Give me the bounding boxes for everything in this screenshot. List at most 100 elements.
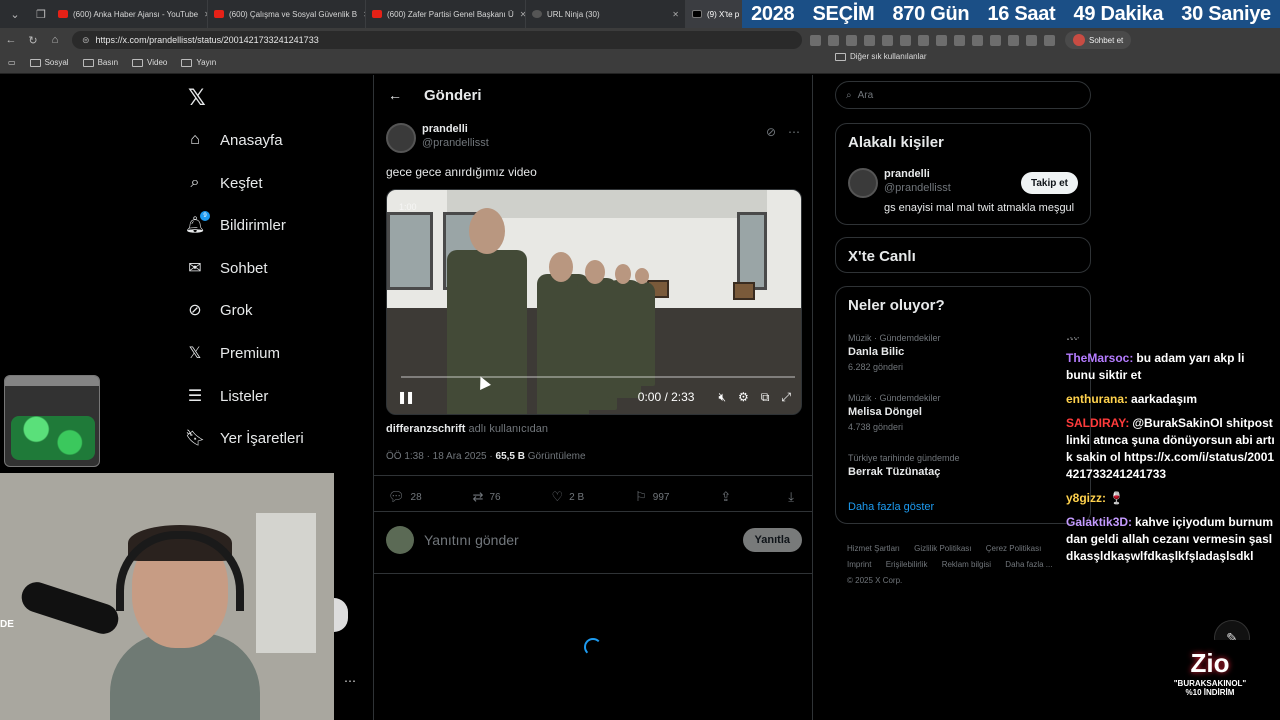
nav-item-notifications[interactable]: 🔔︎ 9 Bildirimler xyxy=(185,205,286,245)
extension-icon[interactable] xyxy=(1008,34,1019,46)
video-progress-bar[interactable] xyxy=(401,376,795,378)
extension-icon[interactable] xyxy=(918,34,929,46)
picture-in-picture-icon[interactable]: ⧉ xyxy=(761,390,770,405)
nav-item-premium[interactable]: 𝕏 Premium xyxy=(186,333,280,373)
footer-link[interactable]: Hizmet Şartları xyxy=(847,544,900,553)
avatar[interactable] xyxy=(848,168,878,198)
nav-item-grok[interactable]: ⊘ Grok xyxy=(186,290,252,330)
share-icon: ⇪ xyxy=(720,489,732,504)
follow-button[interactable]: Takip et xyxy=(1020,172,1078,194)
nav-item-explore[interactable]: ⌕ Keşfet xyxy=(186,163,263,203)
footer-link[interactable]: Çerez Politikası xyxy=(986,544,1042,553)
other-bookmarks[interactable]: Diğer sık kullanılanlar xyxy=(835,52,1091,61)
more-dots-icon[interactable]: ⋯ xyxy=(344,674,356,688)
workspaces-icon[interactable]: ❐ xyxy=(30,3,52,25)
avatar[interactable] xyxy=(386,123,416,153)
refresh-icon[interactable]: ↻ xyxy=(22,34,44,47)
extension-icon[interactable] xyxy=(1044,34,1055,46)
browser-tab[interactable]: (600) Çalışma ve Sosyal Güvenlik B ✕ xyxy=(208,0,366,28)
post-timestamp[interactable]: ÖÖ 1:38 · 18 Ara 2025 · xyxy=(386,451,496,462)
more-options-icon[interactable]: ⋯ xyxy=(788,125,800,139)
extension-icon[interactable] xyxy=(810,34,821,46)
extension-icon[interactable] xyxy=(936,34,947,46)
extension-icon[interactable] xyxy=(972,34,983,46)
nav-item-lists[interactable]: ☰ Listeler xyxy=(186,376,269,416)
reply-button[interactable]: 💬︎ 28 xyxy=(388,489,422,505)
site-info-icon[interactable]: ⊜ xyxy=(82,35,90,46)
repost-button[interactable]: ⇄ 76 xyxy=(473,489,501,505)
browser-tab-active[interactable]: (9) X'te p xyxy=(686,0,742,28)
sidebar-toggle-icon[interactable]: ▭ xyxy=(8,58,16,67)
grok-explain-icon[interactable]: ⊘ xyxy=(766,125,776,139)
mute-icon[interactable]: 🔇︎ xyxy=(718,390,726,405)
download-button[interactable]: ⤓ xyxy=(788,489,800,505)
nav-label: Bildirimler xyxy=(220,216,286,234)
reply-count: 28 xyxy=(410,491,422,503)
extension-icon[interactable] xyxy=(954,34,965,46)
nav-label: Yer İşaretleri xyxy=(220,429,304,447)
url-field[interactable]: ⊜ https://x.com/prandellisst/status/2001… xyxy=(72,31,802,49)
footer-link[interactable]: Erişilebilirlik xyxy=(886,560,928,569)
x-icon xyxy=(692,10,702,18)
trend-item[interactable]: Türkiye tarihinde gündemde Berrak Tüzüna… xyxy=(848,453,960,478)
tab-label: URL Ninja (30) xyxy=(547,9,600,19)
card-title: X'te Canlı xyxy=(848,248,916,265)
trend-item[interactable]: Müzik · Gündemdekiler Danla Bilic 6.282 … xyxy=(848,333,941,372)
nav-label: Listeler xyxy=(220,387,269,405)
bookmark-button[interactable]: ⚐ 997 xyxy=(635,489,669,505)
bookmark-count: 997 xyxy=(652,491,670,503)
nav-item-bookmarks[interactable]: 🔖︎ Yer İşaretleri xyxy=(185,418,304,458)
loading-spinner-icon xyxy=(584,638,602,656)
footer-link[interactable]: Imprint xyxy=(847,560,871,569)
nav-item-messages[interactable]: ✉ Sohbet xyxy=(186,248,267,288)
post-author[interactable]: prandelli @prandellisst xyxy=(386,123,489,153)
tab-label: (600) Çalışma ve Sosyal Güvenlik B xyxy=(229,9,358,19)
folder-icon xyxy=(835,52,846,61)
bookmark-label: Diğer sık kullanılanlar xyxy=(850,52,927,61)
x-live-card[interactable]: X'te Canlı xyxy=(835,237,1091,273)
reply-input[interactable]: Yanıtını gönder xyxy=(424,532,519,548)
youtube-icon xyxy=(372,10,382,18)
bookmark-folder[interactable]: Basın xyxy=(82,58,118,67)
browser-tab[interactable]: (600) Zafer Partisi Genel Başkanı Ü ✕ xyxy=(366,0,526,28)
copilot-chat-button[interactable]: Sohbet et xyxy=(1065,31,1132,49)
extension-icon[interactable] xyxy=(900,34,911,46)
video-player[interactable]: 1:00 ❚❚ 0:00 / 2:33 🔇︎ ⚙ ⧉ ⤢ xyxy=(386,189,802,415)
nav-label: Premium xyxy=(220,344,281,362)
home-icon[interactable]: ⌂ xyxy=(44,34,66,46)
trend-item[interactable]: Müzik · Gündemdekiler Melisa Döngel 4.73… xyxy=(848,393,941,432)
tab-search-icon[interactable]: ⌄ xyxy=(4,3,26,25)
extension-icon[interactable] xyxy=(828,34,839,46)
bookmark-folder[interactable]: Video xyxy=(132,58,167,67)
like-button[interactable]: ♡ 2 B xyxy=(552,489,585,505)
attribution-user[interactable]: differanzschrift xyxy=(386,423,465,435)
extension-icon[interactable] xyxy=(882,34,893,46)
extension-icon[interactable] xyxy=(846,34,857,46)
video-frame-soldier-head xyxy=(469,208,505,254)
x-logo-icon[interactable]: 𝕏 xyxy=(188,85,206,111)
footer-link[interactable]: Gizlilik Politikası xyxy=(914,544,971,553)
back-arrow-icon[interactable]: ← xyxy=(388,87,402,103)
bookmark-folder[interactable]: Yayın xyxy=(181,58,216,67)
fullscreen-icon[interactable]: ⤢ xyxy=(781,390,791,405)
extension-icon[interactable] xyxy=(864,34,875,46)
footer-link[interactable]: Reklam bilgisi xyxy=(942,560,991,569)
footer-link[interactable]: Daha fazla ... xyxy=(1005,560,1052,569)
bookmark-folder[interactable]: Sosyal xyxy=(29,58,69,67)
extension-icon[interactable] xyxy=(990,34,1001,46)
tab-label: (9) X'te p xyxy=(707,9,740,19)
show-more-link[interactable]: Daha fazla göster xyxy=(848,501,934,513)
search-input[interactable]: ⌕ Ara xyxy=(835,81,1091,109)
browser-tab[interactable]: (600) Anka Haber Ajansı - YouTube ✕ xyxy=(52,0,208,28)
back-icon[interactable]: ← xyxy=(0,34,22,46)
reply-submit-button[interactable]: Yanıtla xyxy=(742,528,802,552)
author-handle[interactable]: @prandellisst xyxy=(422,137,489,149)
settings-gear-icon[interactable]: ⚙ xyxy=(738,390,749,404)
author-name[interactable]: prandelli xyxy=(422,123,489,135)
nav-item-home[interactable]: ⌂ Anasayfa xyxy=(186,120,282,160)
extension-icon[interactable] xyxy=(1026,34,1037,46)
browser-tab[interactable]: URL Ninja (30) ✕ xyxy=(526,0,686,28)
pause-icon[interactable]: ❚❚ xyxy=(397,390,415,404)
close-tab-icon[interactable]: ✕ xyxy=(672,10,679,19)
share-button[interactable]: ⇪ xyxy=(720,489,737,505)
